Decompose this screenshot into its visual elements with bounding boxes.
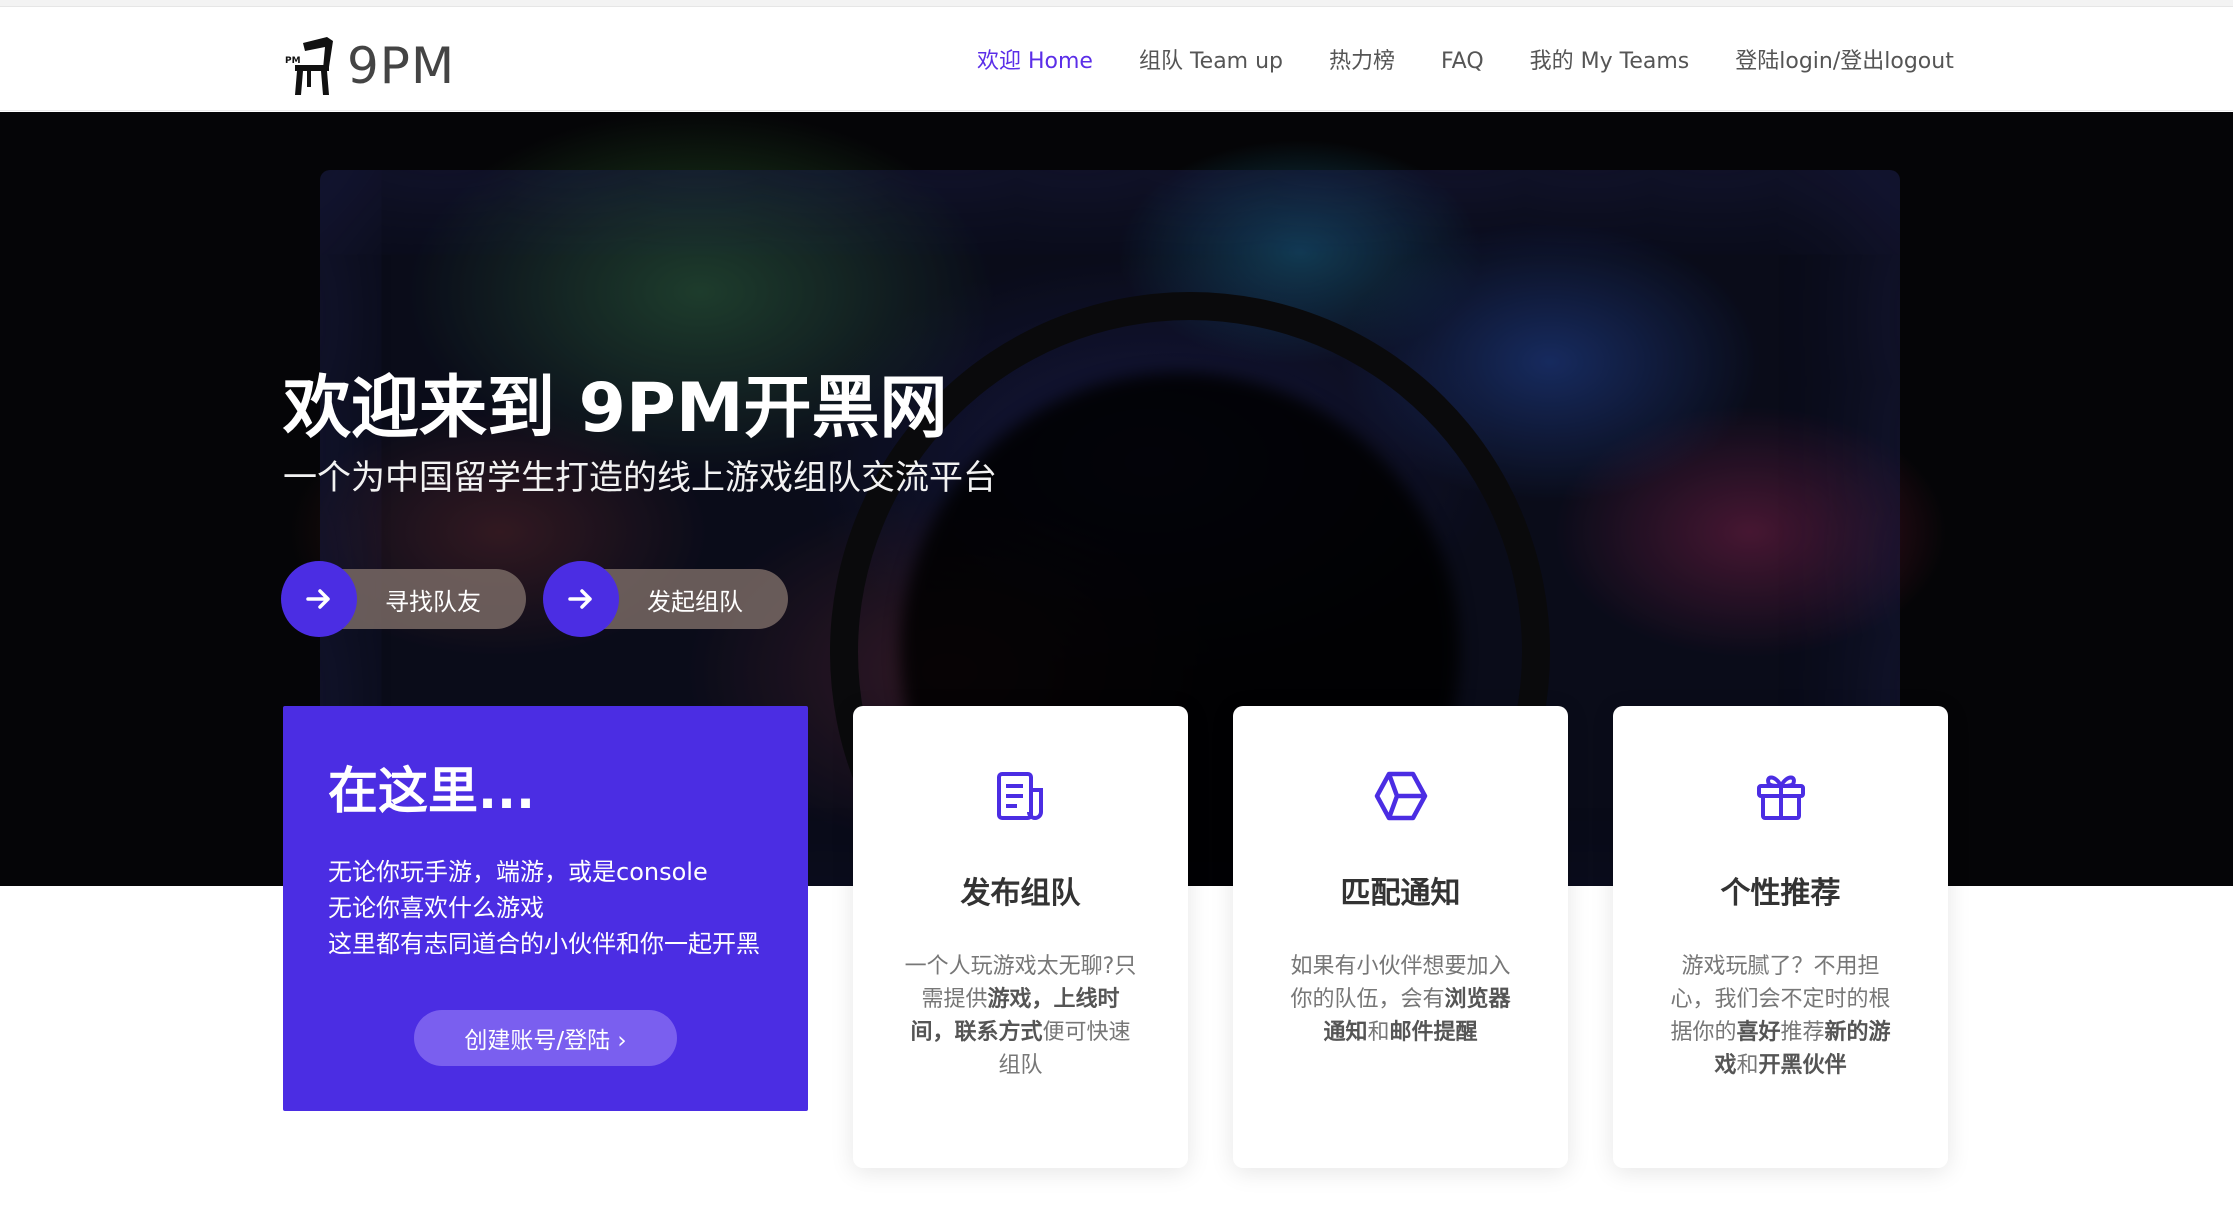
document-icon: [996, 772, 1043, 820]
logo-chair-icon: PM: [285, 37, 333, 95]
intro-card-title: 在这里...: [328, 762, 535, 820]
nav-home[interactable]: 欢迎 Home: [977, 37, 1093, 87]
main-nav: 欢迎 Home 组队 Team up 热力榜 FAQ 我的 My Teams 登…: [977, 37, 1954, 87]
logo-text: 9PM: [347, 37, 456, 95]
find-teammates-button[interactable]: 寻找队友: [281, 561, 526, 637]
intro-line: 无论你玩手游，端游，或是console: [328, 858, 708, 886]
hexagon-icon: [1374, 771, 1427, 821]
feature-desc-text: 和: [1736, 1053, 1759, 1078]
nav-login-logout[interactable]: 登陆login/登出logout: [1735, 37, 1954, 87]
feature-card-recommend: 个性推荐 游戏玩腻了？不用担心，我们会不定时的根据你的喜好推荐新的游戏和开黑伙伴: [1613, 706, 1948, 1168]
create-team-label: 发起组队: [647, 587, 743, 616]
feature-title: 匹配通知: [1340, 876, 1461, 911]
nav-my-teams[interactable]: 我的 My Teams: [1530, 37, 1690, 87]
nav-faq[interactable]: FAQ: [1441, 37, 1484, 87]
find-teammates-label: 寻找队友: [385, 587, 481, 616]
site-header: PM 9PM 欢迎 Home 组队 Team up 热力榜 FAQ 我的 My …: [0, 7, 2233, 111]
hero-title: 欢迎来到 9PM开黑网: [283, 369, 948, 448]
feature-card-post-team: 发布组队 一个人玩游戏太无聊?只需提供游戏，上线时间，联系方式便可快速组队: [853, 706, 1188, 1168]
arrow-right-icon: [306, 589, 330, 609]
hero-subtitle: 一个为中国留学生打造的线上游戏组队交流平台: [283, 458, 997, 498]
site-logo[interactable]: PM 9PM: [283, 35, 455, 97]
create-account-login-button[interactable]: 创建账号/登陆 ›: [414, 1010, 677, 1066]
find-arrow-circle: [281, 561, 357, 637]
create-team-button[interactable]: 发起组队: [543, 561, 788, 637]
nav-hot-list[interactable]: 热力榜: [1329, 37, 1395, 87]
intro-line: 无论你喜欢什么游戏: [328, 894, 544, 922]
feature-description: 如果有小伙伴想要加入你的队伍，会有浏览器通知和邮件提醒: [1281, 950, 1521, 1049]
gift-icon: [1756, 775, 1805, 820]
feature-card-match-notify: 匹配通知 如果有小伙伴想要加入你的队伍，会有浏览器通知和邮件提醒: [1233, 706, 1568, 1168]
intro-line: 这里都有志同道合的小伙伴和你一起开黑: [328, 930, 760, 958]
svg-text:PM: PM: [285, 56, 301, 66]
feature-desc-text: 和: [1367, 1020, 1390, 1045]
feature-desc-highlight: 喜好: [1736, 1020, 1781, 1045]
feature-description: 游戏玩腻了？不用担心，我们会不定时的根据你的喜好推荐新的游戏和开黑伙伴: [1661, 950, 1901, 1082]
page: PM 9PM 欢迎 Home 组队 Team up 热力榜 FAQ 我的 My …: [0, 0, 2233, 1225]
feature-desc-text: 推荐: [1780, 1020, 1825, 1045]
top-border: [0, 0, 2233, 7]
feature-title: 发布组队: [960, 876, 1081, 911]
nav-team-up[interactable]: 组队 Team up: [1139, 37, 1283, 87]
arrow-right-icon: [568, 589, 592, 609]
feature-desc-highlight: 邮件提醒: [1389, 1020, 1478, 1045]
intro-card-text: 无论你玩手游，端游，或是console 无论你喜欢什么游戏 这里都有志同道合的小…: [328, 854, 760, 962]
intro-card: 在这里... 无论你玩手游，端游，或是console 无论你喜欢什么游戏 这里都…: [283, 706, 808, 1111]
feature-title: 个性推荐: [1720, 876, 1841, 911]
create-arrow-circle: [543, 561, 619, 637]
feature-description: 一个人玩游戏太无聊?只需提供游戏，上线时间，联系方式便可快速组队: [901, 950, 1141, 1082]
feature-desc-highlight: 开黑伙伴: [1758, 1053, 1847, 1078]
